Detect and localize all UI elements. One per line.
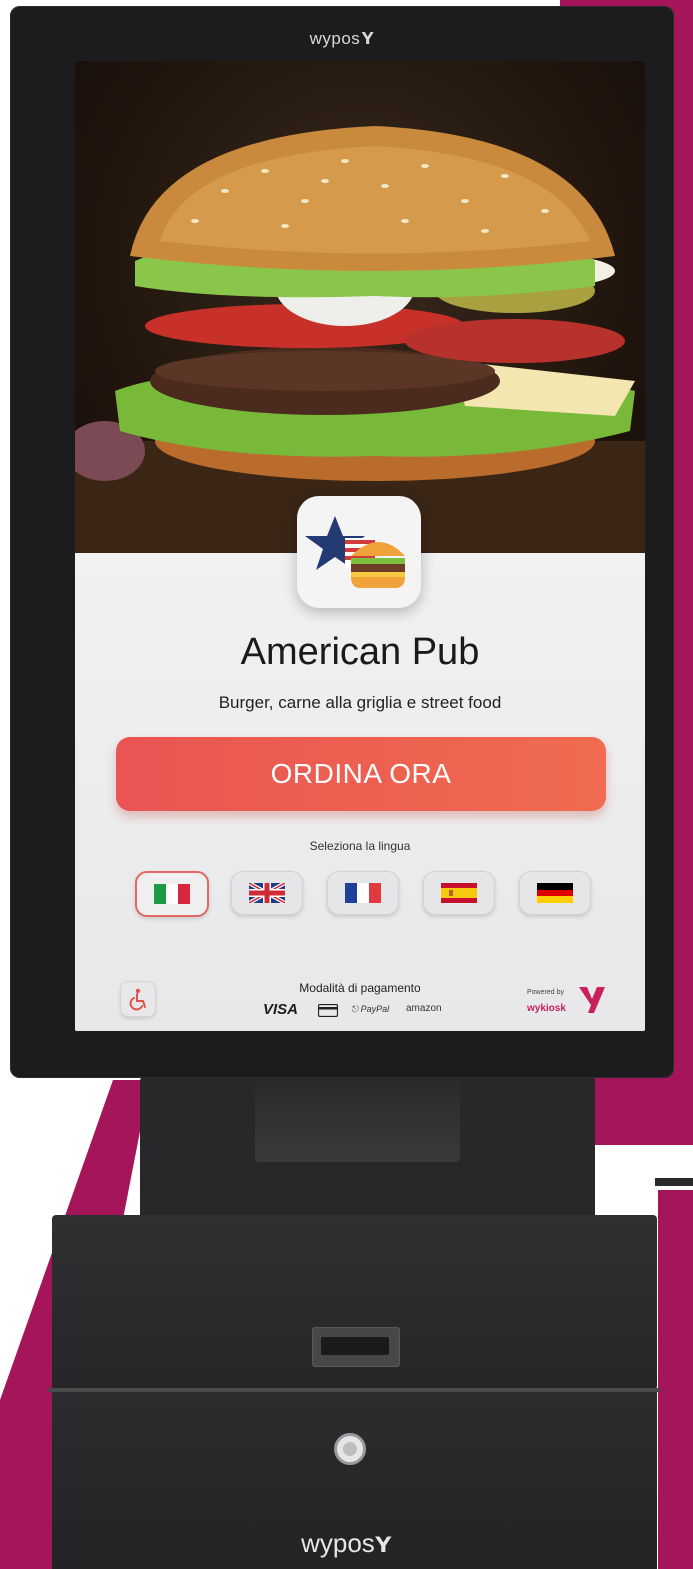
powered-by-badge: Powered by wykiosk [515,983,615,1023]
visa-logo: VISA [263,1001,299,1018]
monitor-brand-text: wypos [309,29,361,48]
italy-flag-icon [154,884,190,904]
language-option-spanish[interactable] [423,871,495,915]
barcode-scanner [312,1327,400,1367]
wykiosk-logo-icon [579,987,605,1013]
language-option-english[interactable] [231,871,303,915]
order-now-button[interactable]: ORDINA ORA [116,737,606,811]
restaurant-name: American Pub [240,631,480,673]
language-option-german[interactable] [519,871,591,915]
restaurant-tagline: Burger, carne alla griglia e street food [218,693,502,712]
paypal-logo: ⎋ PayPal [351,1004,390,1014]
restaurant-logo [297,496,421,608]
monitor-brand-logo: wyposʏ [309,24,375,49]
kiosk-side-bar [655,1178,693,1186]
cabinet-brand-logo: wyposʏ [301,1526,392,1559]
kiosk-neck [255,1080,460,1162]
language-label: Seleziona la lingua [309,839,411,853]
powered-by-brand: wykiosk [527,1003,566,1014]
cabinet-lock-icon [334,1433,366,1465]
amazon-logo: amazon [406,1003,442,1014]
spain-flag-icon [441,883,477,903]
powered-by-label: Powered by [527,989,564,996]
credit-card-icon [318,1004,338,1017]
payment-methods: VISA ⎋ PayPal amazon [263,1001,463,1021]
cabinet-brand-text: wypos [301,1528,375,1558]
germany-flag-icon [537,883,573,903]
uk-flag-icon [249,883,285,903]
paypal-text: PayPal [360,1004,390,1014]
star-flag-burger-icon [305,516,405,588]
france-flag-icon [345,883,381,903]
kiosk-screen: American Pub Burger, carne alla griglia … [75,61,645,1031]
burger-hero-image [75,61,645,553]
kiosk-monitor-frame: wyposʏ American Pub Burger, carne alla g… [10,6,674,1078]
language-option-french[interactable] [327,871,399,915]
language-option-italian[interactable] [135,871,209,917]
language-selector [135,871,591,917]
